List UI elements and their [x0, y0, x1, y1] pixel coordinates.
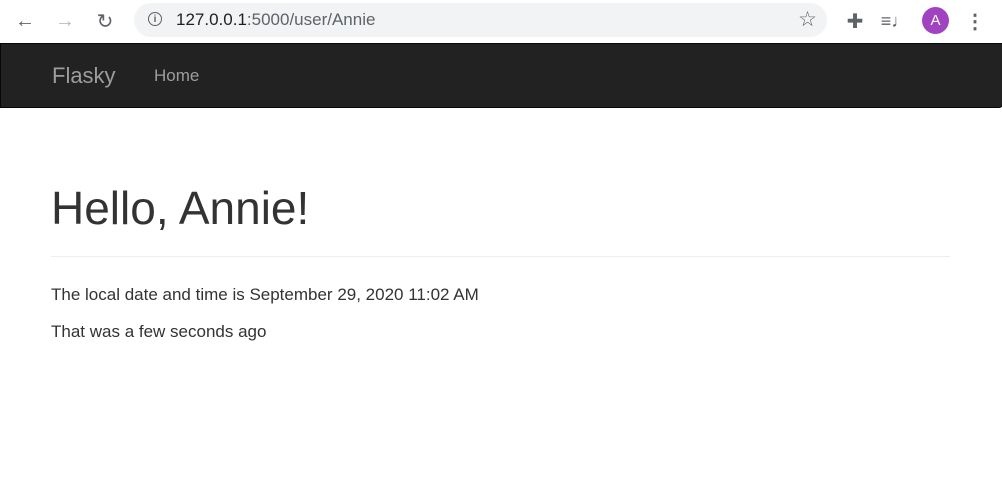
- navbar: Flasky Home: [0, 43, 1002, 108]
- nav-item-home[interactable]: Home: [154, 66, 199, 86]
- navbar-brand[interactable]: Flasky: [52, 63, 116, 89]
- browser-toolbar: ← → ↻ i 127.0.0.1:5000/user/Annie ☆ ✚ ≡♩…: [0, 0, 1002, 42]
- media-playlist-icon[interactable]: ≡♩: [881, 9, 910, 33]
- extensions-puzzle-icon[interactable]: ✚: [843, 9, 867, 33]
- url-path: :5000/user/Annie: [246, 10, 376, 29]
- local-datetime-text: The local date and time is September 29,…: [51, 285, 479, 304]
- url-host: 127.0.0.1: [176, 10, 247, 29]
- profile-avatar[interactable]: A: [922, 7, 949, 34]
- bookmark-star-icon[interactable]: ☆: [798, 7, 817, 32]
- address-bar[interactable]: i 127.0.0.1:5000/user/Annie ☆: [134, 3, 827, 37]
- reload-icon[interactable]: ↻: [93, 9, 117, 33]
- page-title: Hello, Annie!: [51, 182, 310, 234]
- url-text[interactable]: 127.0.0.1:5000/user/Annie: [176, 10, 375, 30]
- relative-time-text: That was a few seconds ago: [51, 322, 267, 341]
- back-arrow-icon[interactable]: ←: [13, 9, 37, 33]
- forward-arrow-icon[interactable]: →: [53, 9, 77, 33]
- divider: [51, 256, 950, 257]
- more-menu-icon[interactable]: ⋮: [963, 9, 987, 33]
- info-icon[interactable]: i: [148, 12, 162, 26]
